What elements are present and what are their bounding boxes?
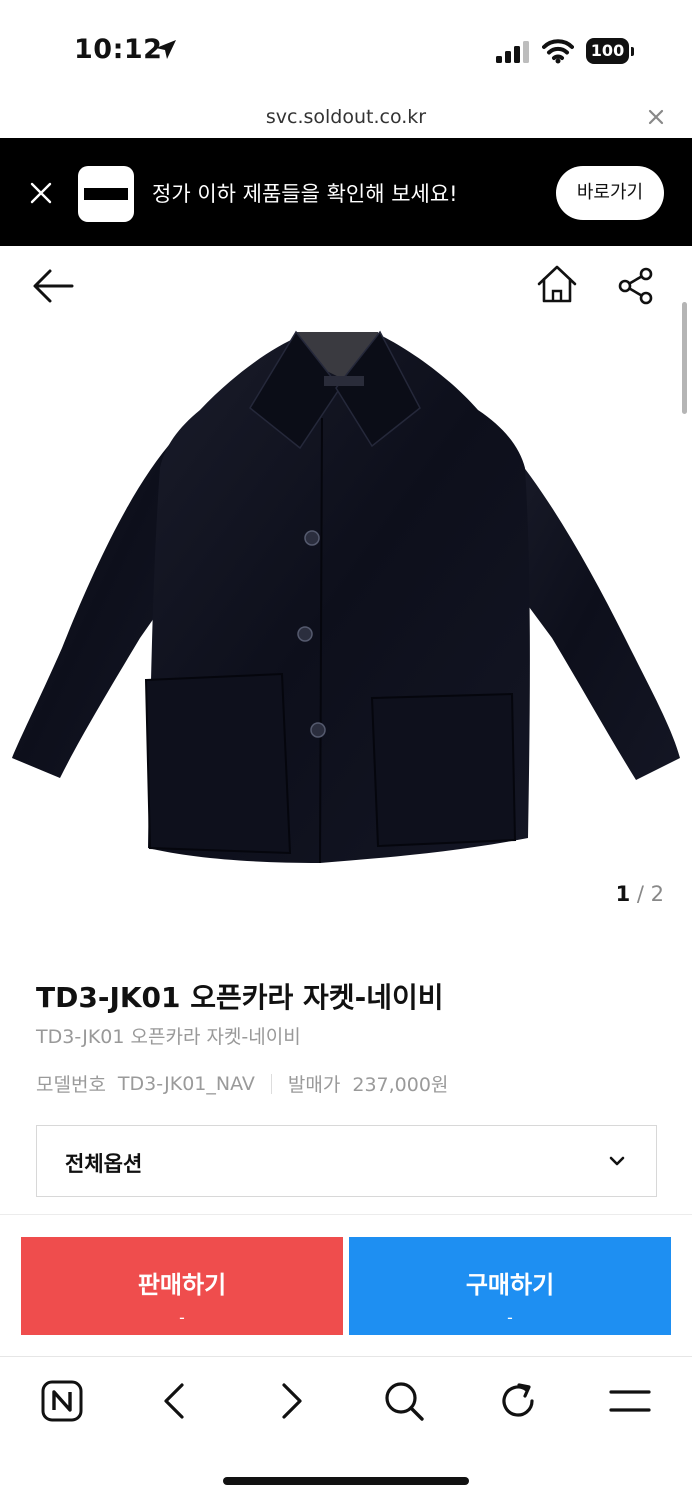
cellular-signal-icon xyxy=(496,41,529,63)
image-counter-separator: / xyxy=(630,882,651,906)
product-subtitle: TD3-JK01 오픈카라 자켓-네이비 xyxy=(36,1026,301,1048)
close-icon[interactable] xyxy=(646,107,666,127)
location-arrow-icon xyxy=(156,40,176,59)
model-number-value: TD3-JK01_NAV xyxy=(117,1072,255,1095)
status-time: 10:12 xyxy=(74,34,163,65)
option-select-value: 전체옵션 xyxy=(65,1152,143,1176)
close-icon[interactable] xyxy=(30,182,52,204)
promo-go-button[interactable]: 바로가기 xyxy=(556,166,664,220)
sell-button-price: - xyxy=(179,1307,185,1327)
model-number-label: 모델번호 xyxy=(36,1074,106,1096)
image-counter: 1 / 2 xyxy=(616,882,664,906)
image-counter-current: 1 xyxy=(615,882,631,906)
option-select[interactable]: 전체옵션 xyxy=(36,1125,657,1197)
back-arrow-icon[interactable] xyxy=(32,268,76,304)
refresh-icon[interactable] xyxy=(496,1379,540,1423)
wifi-icon xyxy=(542,39,574,64)
meta-divider xyxy=(270,1073,272,1094)
app-logo xyxy=(78,166,134,222)
product-meta: 모델번호 TD3-JK01_NAV 발매가 237,000원 xyxy=(36,1070,448,1097)
release-price-value: 237,000원 xyxy=(352,1074,449,1096)
share-icon[interactable] xyxy=(616,266,656,306)
product-image[interactable] xyxy=(0,318,692,938)
release-price-label: 발매가 xyxy=(287,1074,341,1096)
product-title: TD3-JK01 오픈카라 자켓-네이비 xyxy=(36,981,444,1014)
forward-chevron-icon[interactable] xyxy=(268,1379,312,1423)
buy-button-price: - xyxy=(507,1307,513,1327)
status-bar: 10:12 100 xyxy=(0,0,692,100)
naver-n-icon[interactable] xyxy=(40,1379,84,1423)
back-chevron-icon[interactable] xyxy=(154,1379,198,1423)
trade-actions: 판매하기 - 구매하기 - xyxy=(0,1214,692,1356)
sell-button[interactable]: 판매하기 - xyxy=(21,1237,343,1335)
sell-button-label: 판매하기 xyxy=(137,1271,227,1299)
buy-button-label: 구매하기 xyxy=(465,1271,555,1299)
image-counter-total: 2 xyxy=(650,882,664,906)
search-icon[interactable] xyxy=(382,1379,426,1423)
menu-icon[interactable] xyxy=(608,1379,652,1423)
battery-indicator: 100 xyxy=(586,38,634,64)
promo-message: 정가 이하 제품들을 확인해 보세요! xyxy=(152,182,458,206)
url-bar[interactable]: svc.soldout.co.kr xyxy=(0,100,692,138)
url-text[interactable]: svc.soldout.co.kr xyxy=(0,106,692,128)
home-indicator xyxy=(223,1477,469,1485)
buy-button[interactable]: 구매하기 - xyxy=(349,1237,671,1335)
app-promo-banner: 정가 이하 제품들을 확인해 보세요! 바로가기 xyxy=(0,138,692,246)
home-icon[interactable] xyxy=(536,264,578,304)
chevron-down-icon xyxy=(609,1156,625,1166)
battery-level: 100 xyxy=(590,41,625,60)
